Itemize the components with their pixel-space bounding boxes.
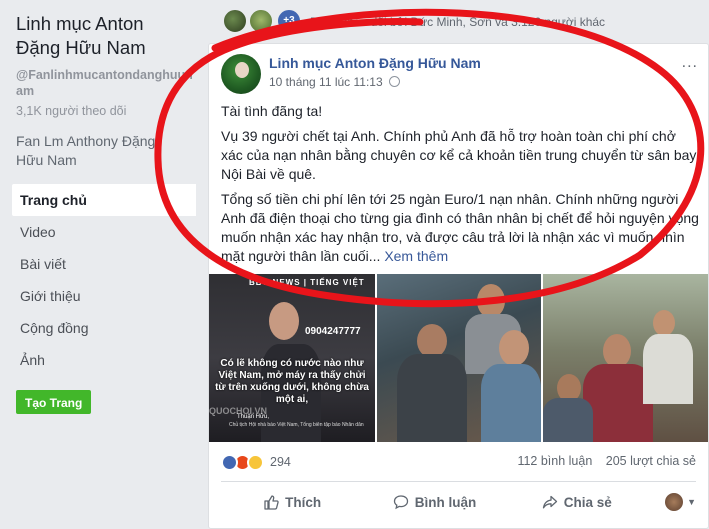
comment-count[interactable]: 112 bình luận bbox=[517, 454, 592, 468]
page-handle[interactable]: @Fanlinhmucantondanghuunam bbox=[16, 67, 196, 99]
thumbs-up-icon bbox=[264, 495, 279, 510]
person-figure bbox=[543, 398, 593, 442]
post-paragraph: Tài tình đãng ta! bbox=[221, 103, 323, 119]
page-name[interactable]: Linh mục Anton Đặng Hữu Nam bbox=[16, 12, 191, 60]
speaker-head bbox=[269, 302, 299, 340]
page-category: Fan Lm Anthony Đặng Hữu Nam bbox=[16, 133, 156, 168]
person-figure bbox=[397, 354, 467, 442]
post-paragraph-text: Tổng số tiền chi phí lên tới 25 ngàn Eur… bbox=[221, 191, 699, 264]
post-actions: Thích Bình luận Chia sẻ ▼ bbox=[221, 486, 696, 518]
globe-icon bbox=[389, 76, 400, 87]
followed-by-bar: +3 Được theo dõi bởi Đức Minh, Sơn và 3.… bbox=[208, 8, 709, 38]
nav-item-photos[interactable]: Ảnh bbox=[12, 344, 196, 376]
page-followers: 3,1K người theo dõi bbox=[16, 104, 127, 118]
like-reaction-icon bbox=[221, 453, 238, 471]
follower-avatar[interactable] bbox=[222, 8, 248, 34]
post-photo[interactable] bbox=[377, 274, 541, 442]
more-followers-badge[interactable]: +3 bbox=[276, 8, 302, 34]
reaction-identity-selector[interactable]: ▼ bbox=[648, 486, 696, 518]
photo-quote: Có lẽ không có nước nào như Việt Nam, mở… bbox=[215, 358, 369, 405]
share-button[interactable]: Chia sẻ bbox=[506, 486, 648, 518]
reaction-count[interactable]: 294 bbox=[270, 455, 291, 469]
share-icon bbox=[542, 495, 557, 509]
post-photo[interactable] bbox=[543, 274, 708, 442]
share-label: Chia sẻ bbox=[563, 494, 612, 510]
nav-item-community[interactable]: Cộng đồng bbox=[12, 312, 196, 344]
person-figure bbox=[499, 330, 529, 366]
create-page-button[interactable]: Tạo Trang bbox=[16, 390, 92, 414]
comment-button[interactable]: Bình luận bbox=[363, 486, 505, 518]
page-sidebar: Linh mục Anton Đặng Hữu Nam @Fanlinhmuca… bbox=[0, 0, 196, 529]
engagement-counts: 112 bình luận 205 lượt chia sẻ bbox=[507, 454, 696, 468]
post-photo[interactable]: BBC NEWS | TIẾNG VIỆT 0904247777 Có lẽ k… bbox=[209, 274, 375, 442]
post-meta: 10 tháng 11 lúc 11:13 bbox=[269, 75, 400, 89]
like-button[interactable]: Thích bbox=[221, 486, 363, 518]
photo-caption-sub: Chủ tịch Hội nhà báo Việt Nam, Tổng biên… bbox=[229, 422, 364, 428]
post-paragraph: Tổng số tiền chi phí lên tới 25 ngàn Eur… bbox=[221, 190, 699, 266]
see-more-link[interactable]: Xem thêm bbox=[384, 248, 448, 264]
followed-by-text: Được theo dõi bởi Đức Minh, Sơn và 3.120… bbox=[310, 15, 606, 29]
like-label: Thích bbox=[285, 494, 322, 510]
caret-down-icon: ▼ bbox=[687, 497, 696, 507]
phone-number: 0904247777 bbox=[305, 326, 361, 337]
viewer-avatar bbox=[665, 493, 684, 511]
post-timestamp[interactable]: 10 tháng 11 lúc 11:13 bbox=[269, 75, 383, 89]
comment-icon bbox=[393, 495, 408, 510]
photo-caption-name: Thuận Hữu, bbox=[237, 414, 270, 420]
post-card: Linh mục Anton Đặng Hữu Nam 10 tháng 11 … bbox=[208, 43, 709, 529]
person-figure bbox=[481, 364, 541, 442]
share-count[interactable]: 205 lượt chia sẻ bbox=[606, 454, 696, 468]
person-figure bbox=[643, 334, 693, 404]
post-photo-grid: BBC NEWS | TIẾNG VIỆT 0904247777 Có lẽ k… bbox=[209, 274, 708, 442]
person-figure bbox=[417, 324, 447, 358]
nav-item-home[interactable]: Trang chủ bbox=[12, 184, 196, 216]
post-body: Tài tình đãng ta! Vụ 39 người chết tại A… bbox=[221, 102, 699, 272]
sad-reaction-icon bbox=[247, 453, 264, 471]
nav-item-video[interactable]: Video bbox=[12, 216, 196, 248]
nav-item-about[interactable]: Giới thiệu bbox=[12, 280, 196, 312]
post-menu-button[interactable]: ... bbox=[682, 54, 698, 72]
nav-item-posts[interactable]: Bài viết bbox=[12, 248, 196, 280]
post-author[interactable]: Linh mục Anton Đặng Hữu Nam bbox=[269, 55, 481, 71]
author-avatar[interactable] bbox=[221, 54, 261, 94]
bbc-logo: BBC NEWS | TIẾNG VIỆT bbox=[249, 278, 365, 287]
person-figure bbox=[477, 284, 505, 318]
page-nav: Trang chủ Video Bài viết Giới thiệu Cộng… bbox=[12, 184, 196, 376]
comment-label: Bình luận bbox=[414, 494, 477, 510]
reactions-summary[interactable]: 294 bbox=[221, 452, 291, 472]
follower-avatar[interactable] bbox=[248, 8, 274, 34]
divider bbox=[221, 481, 696, 482]
person-figure bbox=[653, 310, 675, 336]
person-figure bbox=[603, 334, 631, 368]
post-paragraph: Vụ 39 người chết tại Anh. Chính phủ Anh … bbox=[221, 128, 697, 182]
